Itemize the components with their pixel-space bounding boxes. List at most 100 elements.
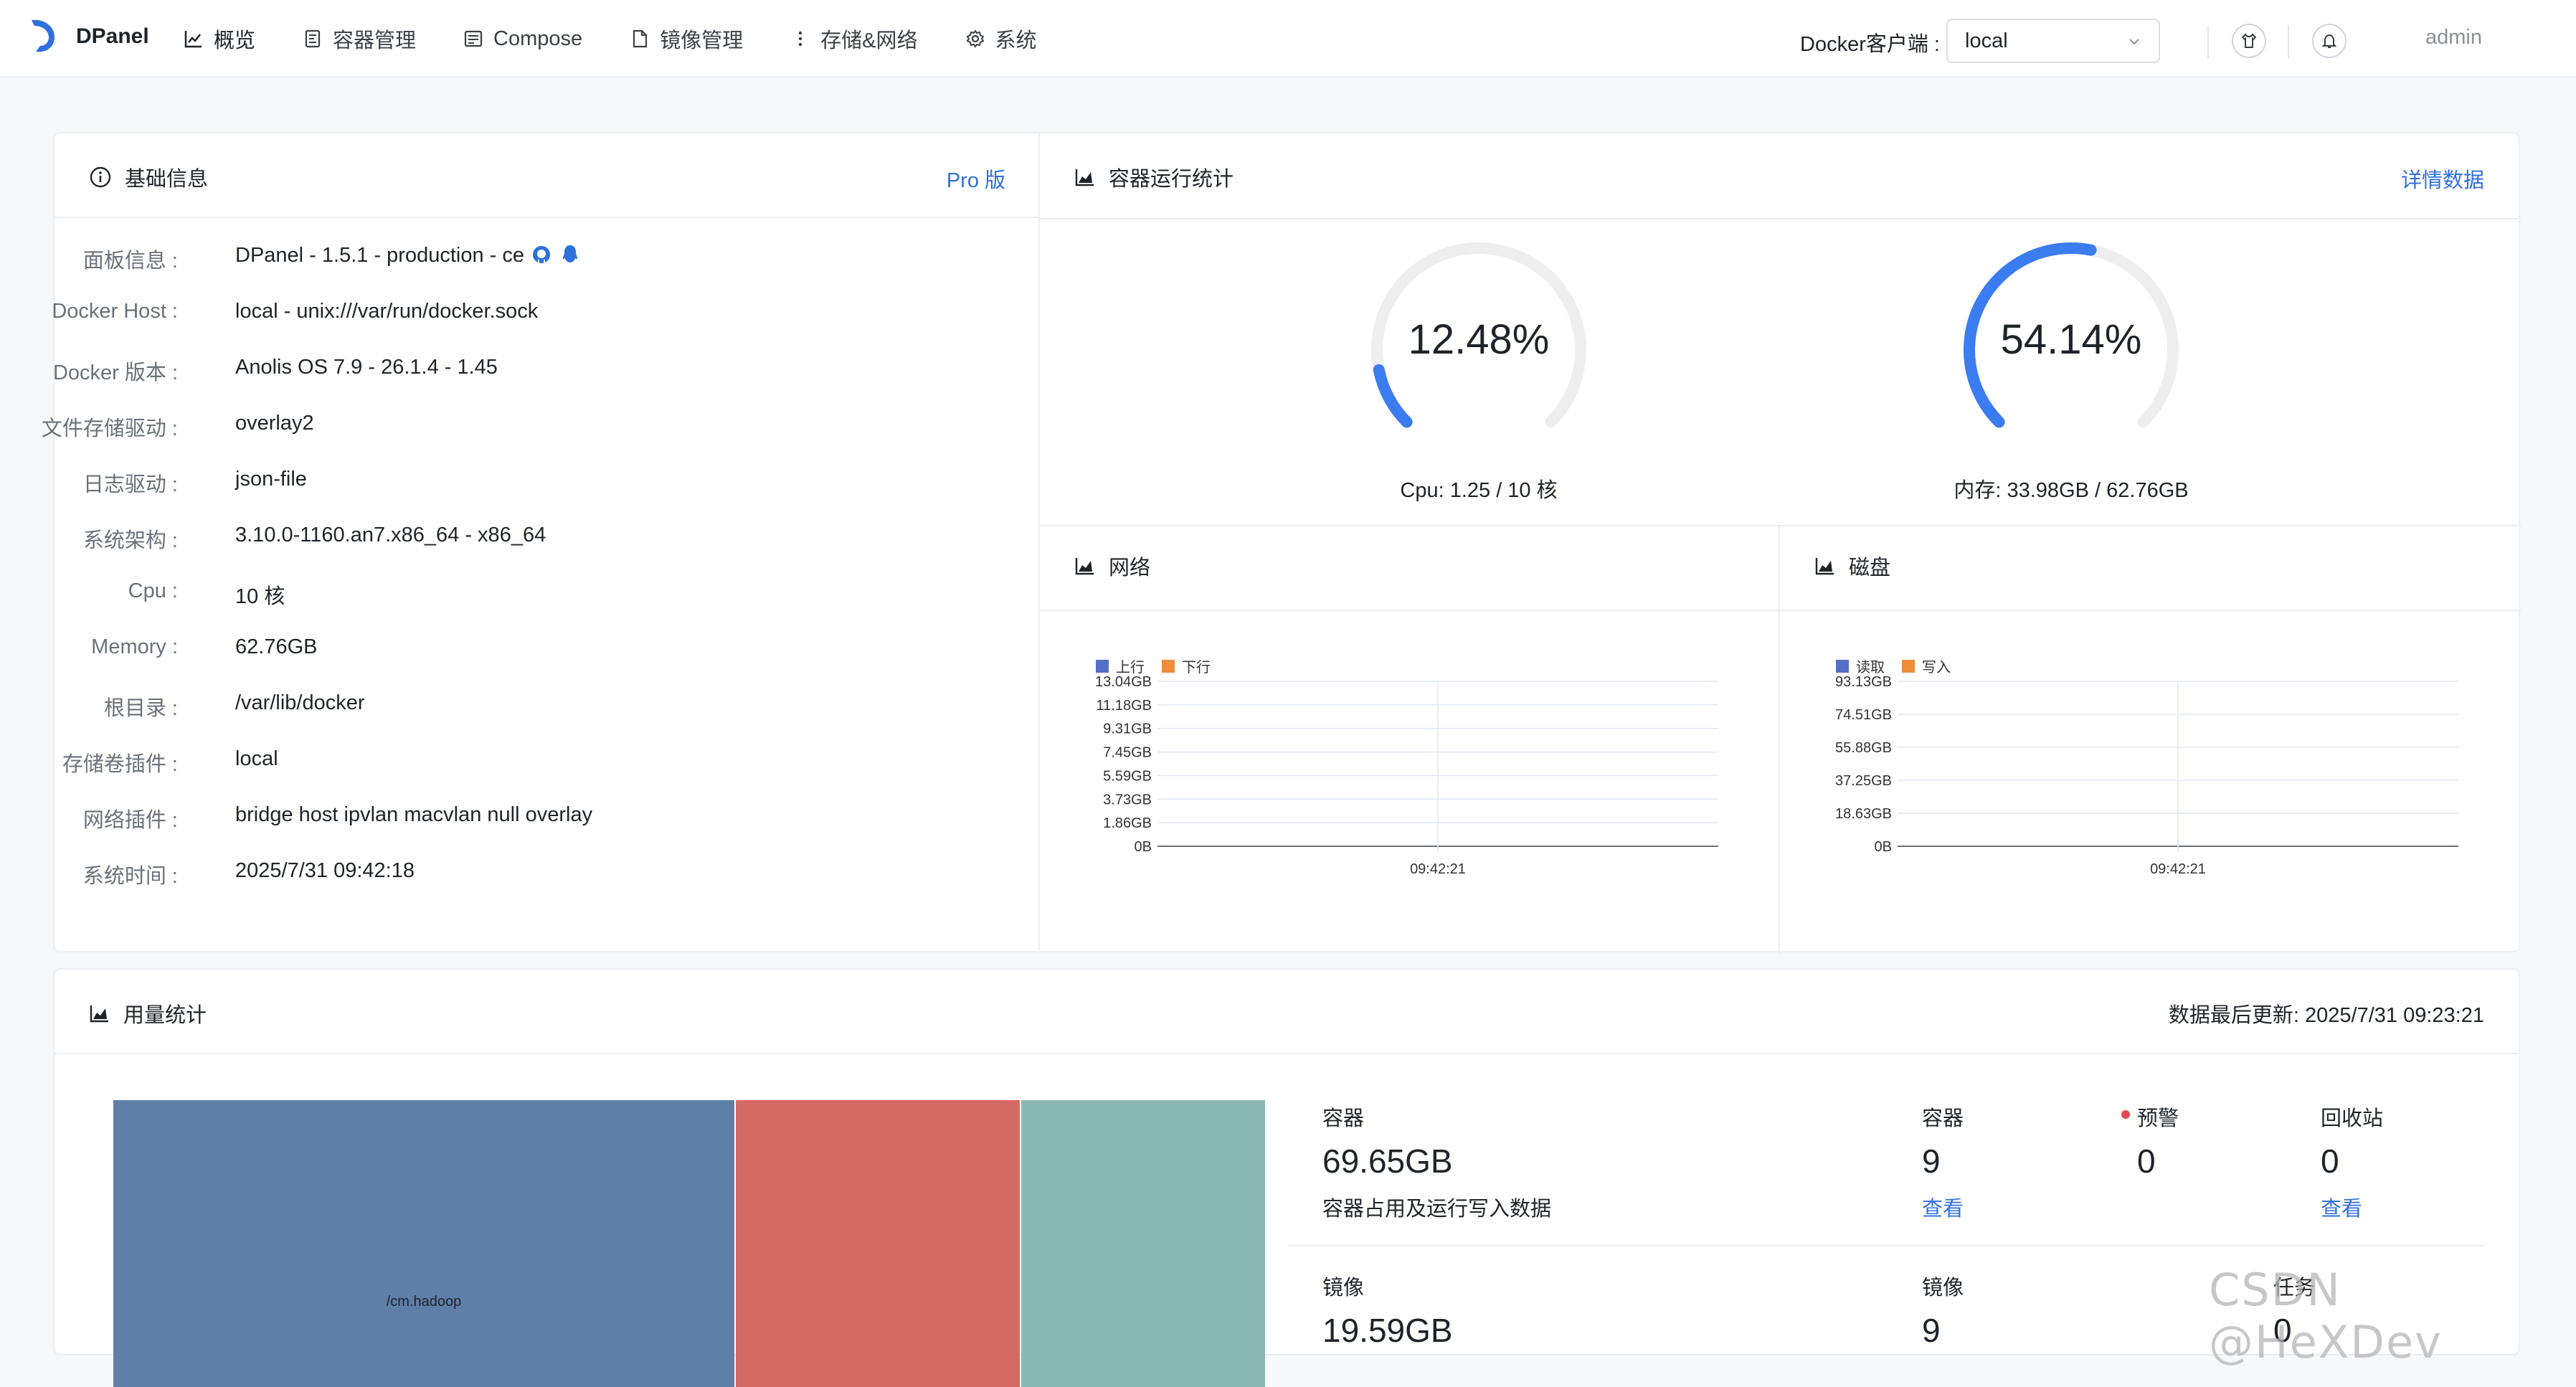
info-row: 系统时间 : 2025/7/31 09:42:18 (55, 859, 987, 888)
notifications-button[interactable] (2312, 24, 2347, 58)
y-tick-label: 74.51GB (1835, 707, 1892, 723)
network-chart: 13.04GB 11.18GB 9.31GB 7.45GB 5.59GB 3.73GB 1.… (1095, 674, 1718, 877)
info-row: Cpu : 10 核 (55, 579, 987, 608)
basic-info-title: 基础信息 (89, 162, 208, 192)
divider (2288, 26, 2289, 59)
nav-containers[interactable]: 容器管理 (303, 0, 416, 77)
network-title-text: 网络 (1109, 557, 1151, 579)
network-panel: 网络 上行 下行 13.04GB 11.18GB 9.31GB 7.45GB 5.59G… (1040, 525, 1780, 954)
container-size-desc: 容器占用及运行写入数据 (1322, 1198, 1552, 1221)
area-chart-icon (1075, 169, 1094, 186)
info-row: 根目录 : /var/lib/docker (55, 691, 987, 720)
info-value: local - unix:///var/run/docker.sock (235, 300, 539, 323)
nav-images[interactable]: 镜像管理 (630, 0, 743, 77)
y-tick-label: 0B (1875, 839, 1892, 855)
main-nav: 概览 容器管理 Compose 镜像管理 存储&网络 系统 (184, 0, 1084, 77)
treemap-block-hadoop[interactable]: /cm.hadoop (113, 1100, 734, 1387)
treemap-block[interactable] (736, 1100, 1020, 1387)
top-bar: DPanel 概览 容器管理 Compose 镜像管理 存储&网络 系统 Doc… (0, 0, 2576, 77)
y-tick-label: 5.59GB (1103, 768, 1152, 784)
info-row: Docker Host : local - unix:///var/run/doc… (52, 300, 987, 328)
panel-links (531, 244, 579, 271)
memory-percent: 54.14% (2000, 316, 2142, 363)
docker-client-label: Docker客户端 : (1800, 33, 1940, 56)
cpu-caption: Cpu: 1.25 / 10 核 (1400, 479, 1558, 502)
info-label: 根目录 : (103, 697, 178, 720)
info-value: 2025/7/31 09:42:18 (235, 859, 415, 882)
info-label: 存储卷插件 : (62, 753, 178, 776)
info-value: 3.10.0-1160.an7.x86_64 - x86_64 (235, 524, 546, 546)
nav-storage-network[interactable]: 存储&网络 (790, 0, 918, 77)
y-tick-label: 7.45GB (1103, 745, 1152, 761)
y-tick-label: 9.31GB (1103, 721, 1152, 737)
container-stats-title: 容器运行统计 (1074, 162, 1233, 192)
brand[interactable]: DPanel (26, 17, 149, 56)
nav-overview[interactable]: 概览 (184, 0, 255, 77)
qq-icon[interactable] (561, 244, 579, 265)
nav-containers-label: 容器管理 (333, 29, 417, 52)
memory-gauge: 54.14% (1956, 235, 2186, 465)
y-tick-label: 93.13GB (1835, 674, 1892, 690)
image-count: 9 (1922, 1312, 1941, 1349)
nav-system[interactable]: 系统 (965, 0, 1037, 77)
container-stats-card: 容器运行统计 详情数据 12.48% Cpu: 1.25 / 10 核 54.1… (1038, 132, 2521, 954)
info-label: 面板信息 : (82, 250, 178, 273)
container-stats-title-text: 容器运行统计 (1109, 168, 1234, 191)
info-value: overlay2 (235, 412, 314, 435)
info-label: 系统时间 : (82, 865, 178, 888)
info-row: 日志驱动 : json-file (55, 468, 987, 496)
treemap-block[interactable] (1021, 1100, 1265, 1387)
disk-title: 磁盘 (1814, 551, 1890, 581)
info-value: json-file (235, 468, 307, 491)
usage-title: 用量统计 (89, 998, 207, 1028)
info-label: 文件存储驱动 : (41, 417, 178, 440)
info-row: 系统架构 : 3.10.0-1160.an7.x86_64 - x86_64 (55, 524, 987, 552)
basic-info-title-text: 基础信息 (125, 168, 209, 191)
more-vertical-icon (798, 31, 802, 47)
nav-overview-label: 概览 (214, 29, 256, 52)
brand-title: DPanel (76, 24, 149, 48)
info-value: 10 核 (235, 585, 285, 608)
usage-header: 用量统计 数据最后更新: 2025/7/31 09:23:21 (55, 970, 2519, 1054)
docker-client-select[interactable]: local (1946, 19, 2160, 63)
container-icon (305, 29, 321, 48)
info-label: Memory : (91, 635, 178, 658)
nav-compose-label: Compose (493, 27, 583, 50)
github-icon[interactable] (531, 244, 552, 265)
info-value: 62.76GB (235, 635, 318, 658)
container-size: 69.65GB (1322, 1142, 1453, 1180)
x-tick-label: 09:42:21 (2150, 861, 2206, 877)
info-value: local (235, 747, 278, 770)
container-count-label: 容器 (1922, 1107, 1964, 1130)
container-stats-header: 容器运行统计 详情数据 (1040, 133, 2519, 218)
nav-compose[interactable]: Compose (463, 0, 582, 77)
view-recycle-bin-link[interactable]: 查看 (2321, 1192, 2362, 1222)
chevron-down-icon (2129, 39, 2139, 45)
divider (1288, 1245, 2484, 1246)
recycle-bin-label: 回收站 (2321, 1107, 2384, 1130)
cpu-gauge-arc (1373, 364, 1413, 428)
area-chart-icon (90, 1005, 108, 1023)
network-title: 网络 (1074, 551, 1150, 581)
info-value: Anolis OS 7.9 - 26.1.4 - 1.45 (235, 356, 498, 379)
theme-button[interactable] (2232, 24, 2266, 58)
info-value: /var/lib/docker (235, 691, 365, 714)
info-label: 网络插件 : (82, 809, 178, 832)
image-size-label: 镜像 (1322, 1277, 1365, 1300)
warning-count: 0 (2137, 1142, 2156, 1180)
info-icon (90, 166, 111, 188)
y-tick-label: 18.63GB (1835, 806, 1892, 822)
info-value: DPanel - 1.5.1 - production - ce (235, 244, 524, 267)
memory-caption: 内存: 33.98GB / 62.76GB (1954, 479, 2189, 502)
disk-title-text: 磁盘 (1849, 557, 1891, 579)
nav-images-label: 镜像管理 (660, 29, 744, 52)
y-tick-label: 3.73GB (1103, 792, 1152, 808)
user-menu[interactable]: admin (2425, 26, 2482, 49)
pro-version-link[interactable]: Pro 版 (947, 164, 1005, 194)
view-containers-link[interactable]: 查看 (1922, 1192, 1964, 1222)
detail-data-link[interactable]: 详情数据 (2401, 164, 2484, 194)
gear-icon (966, 29, 984, 48)
recycle-bin-count: 0 (2321, 1142, 2339, 1180)
y-tick-label: 55.88GB (1835, 740, 1892, 756)
divider (1040, 610, 1780, 611)
